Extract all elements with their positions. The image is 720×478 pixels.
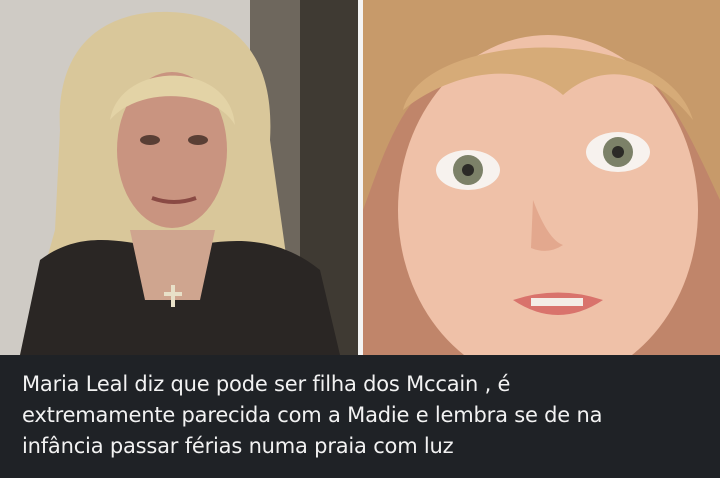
caption-line-1: Maria Leal diz que pode ser filha dos Mc… <box>22 372 511 396</box>
caption-panel: Maria Leal diz que pode ser filha dos Mc… <box>0 355 720 478</box>
adult-woman-illustration <box>0 0 358 355</box>
caption-line-2: extremamente parecida com a Madie e lemb… <box>22 403 603 427</box>
caption-line-3: infância passar férias numa praia com lu… <box>22 434 454 458</box>
caption-text: Maria Leal diz que pode ser filha dos Mc… <box>22 369 702 462</box>
photo-adult-woman <box>0 0 358 355</box>
photo-child <box>363 0 720 355</box>
photo-collage <box>0 0 720 355</box>
child-illustration <box>363 0 720 355</box>
